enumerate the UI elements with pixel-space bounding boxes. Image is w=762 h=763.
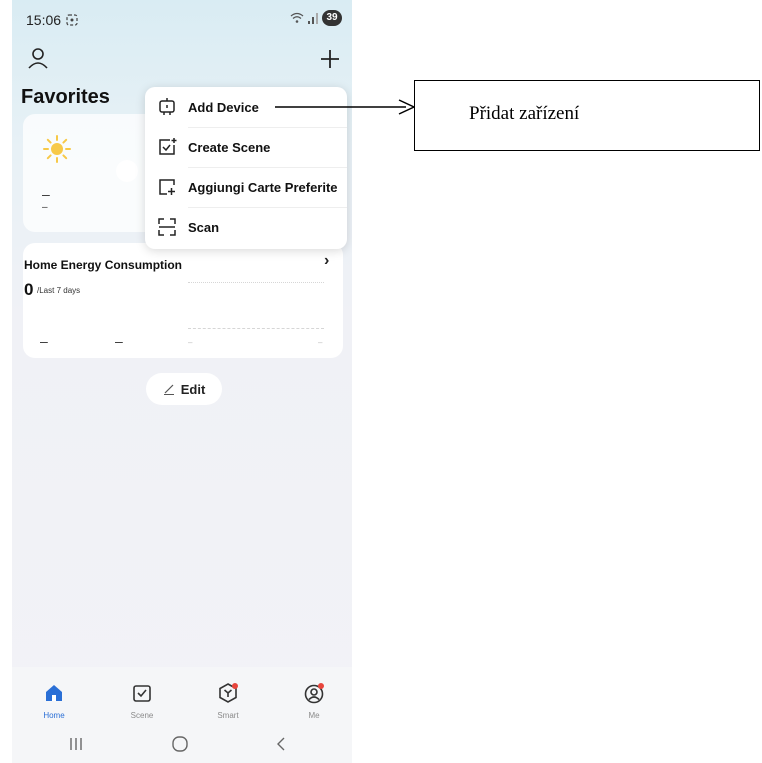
annotation-box: Přidat zařízení (414, 80, 760, 151)
chart-baseline (188, 328, 324, 329)
chart-axis-start: – (188, 338, 193, 347)
tab-label: Me (308, 711, 320, 720)
menu-item-add-device[interactable]: Add Device (145, 87, 347, 127)
tab-home[interactable]: Home (24, 667, 84, 723)
page-title: Favorites (21, 86, 110, 108)
energy-value: 0 (24, 280, 34, 299)
energy-card-title: Home Energy Consumption (24, 258, 183, 272)
menu-item-label: Aggiungi Carte Preferite (188, 179, 338, 195)
system-nav-bar (12, 723, 352, 763)
chart-gridline (188, 282, 324, 283)
bottom-tab-bar: Home Scene Smart Me (12, 667, 352, 723)
tab-label: Scene (130, 711, 154, 720)
energy-stat-2: – (115, 333, 123, 349)
menu-item-label: Scan (188, 219, 220, 235)
add-card-icon (159, 179, 175, 195)
pencil-icon (163, 384, 174, 395)
chevron-right-icon[interactable]: › (324, 252, 329, 270)
energy-period: /Last 7 days (37, 286, 81, 295)
tab-label: Smart (217, 711, 239, 720)
status-time: 15:06 (26, 12, 62, 28)
add-menu: Add Device Create Scene Aggiungi Carte P… (145, 87, 347, 249)
tab-scene[interactable]: Scene (112, 667, 172, 723)
chart-axis-end: – (318, 338, 323, 347)
scan-icon (158, 218, 176, 236)
annotation-text: Přidat zařízení (469, 103, 580, 124)
edit-button[interactable]: Edit (146, 373, 222, 405)
phone-screen: 15:06 39 Favorites – – Home Energy Consu… (12, 0, 352, 763)
edit-label: Edit (180, 381, 206, 397)
wifi-icon (290, 12, 304, 23)
battery-indicator: 39 (322, 10, 342, 26)
screenshot-icon (66, 14, 78, 26)
tab-label: Home (43, 711, 65, 720)
menu-item-create-scene[interactable]: Create Scene (145, 127, 347, 167)
smart-icon (219, 683, 238, 703)
home-nav-icon[interactable] (171, 735, 189, 753)
profile-icon (304, 683, 324, 704)
back-icon[interactable] (275, 736, 287, 752)
add-device-icon (159, 98, 175, 115)
status-indicators: 39 (290, 10, 342, 26)
recent-apps-icon[interactable] (68, 737, 84, 751)
create-scene-icon (159, 138, 177, 155)
energy-stat-1: – (40, 333, 48, 349)
menu-item-add-favorite-card[interactable]: Aggiungi Carte Preferite (145, 167, 347, 207)
tab-smart[interactable]: Smart (198, 667, 258, 723)
weather-value: – (42, 186, 50, 202)
sun-icon (43, 135, 71, 163)
scene-icon (133, 685, 151, 702)
tab-me[interactable]: Me (284, 667, 344, 723)
menu-item-scan[interactable]: Scan (145, 207, 347, 247)
profile-icon[interactable] (26, 46, 50, 70)
home-icon (46, 685, 62, 701)
add-plus-icon[interactable] (319, 48, 341, 70)
menu-item-label: Add Device (188, 99, 259, 115)
menu-item-label: Create Scene (188, 139, 271, 155)
cloud-shape (116, 160, 138, 182)
signal-icon (308, 13, 318, 24)
weather-subvalue: – (42, 202, 48, 213)
